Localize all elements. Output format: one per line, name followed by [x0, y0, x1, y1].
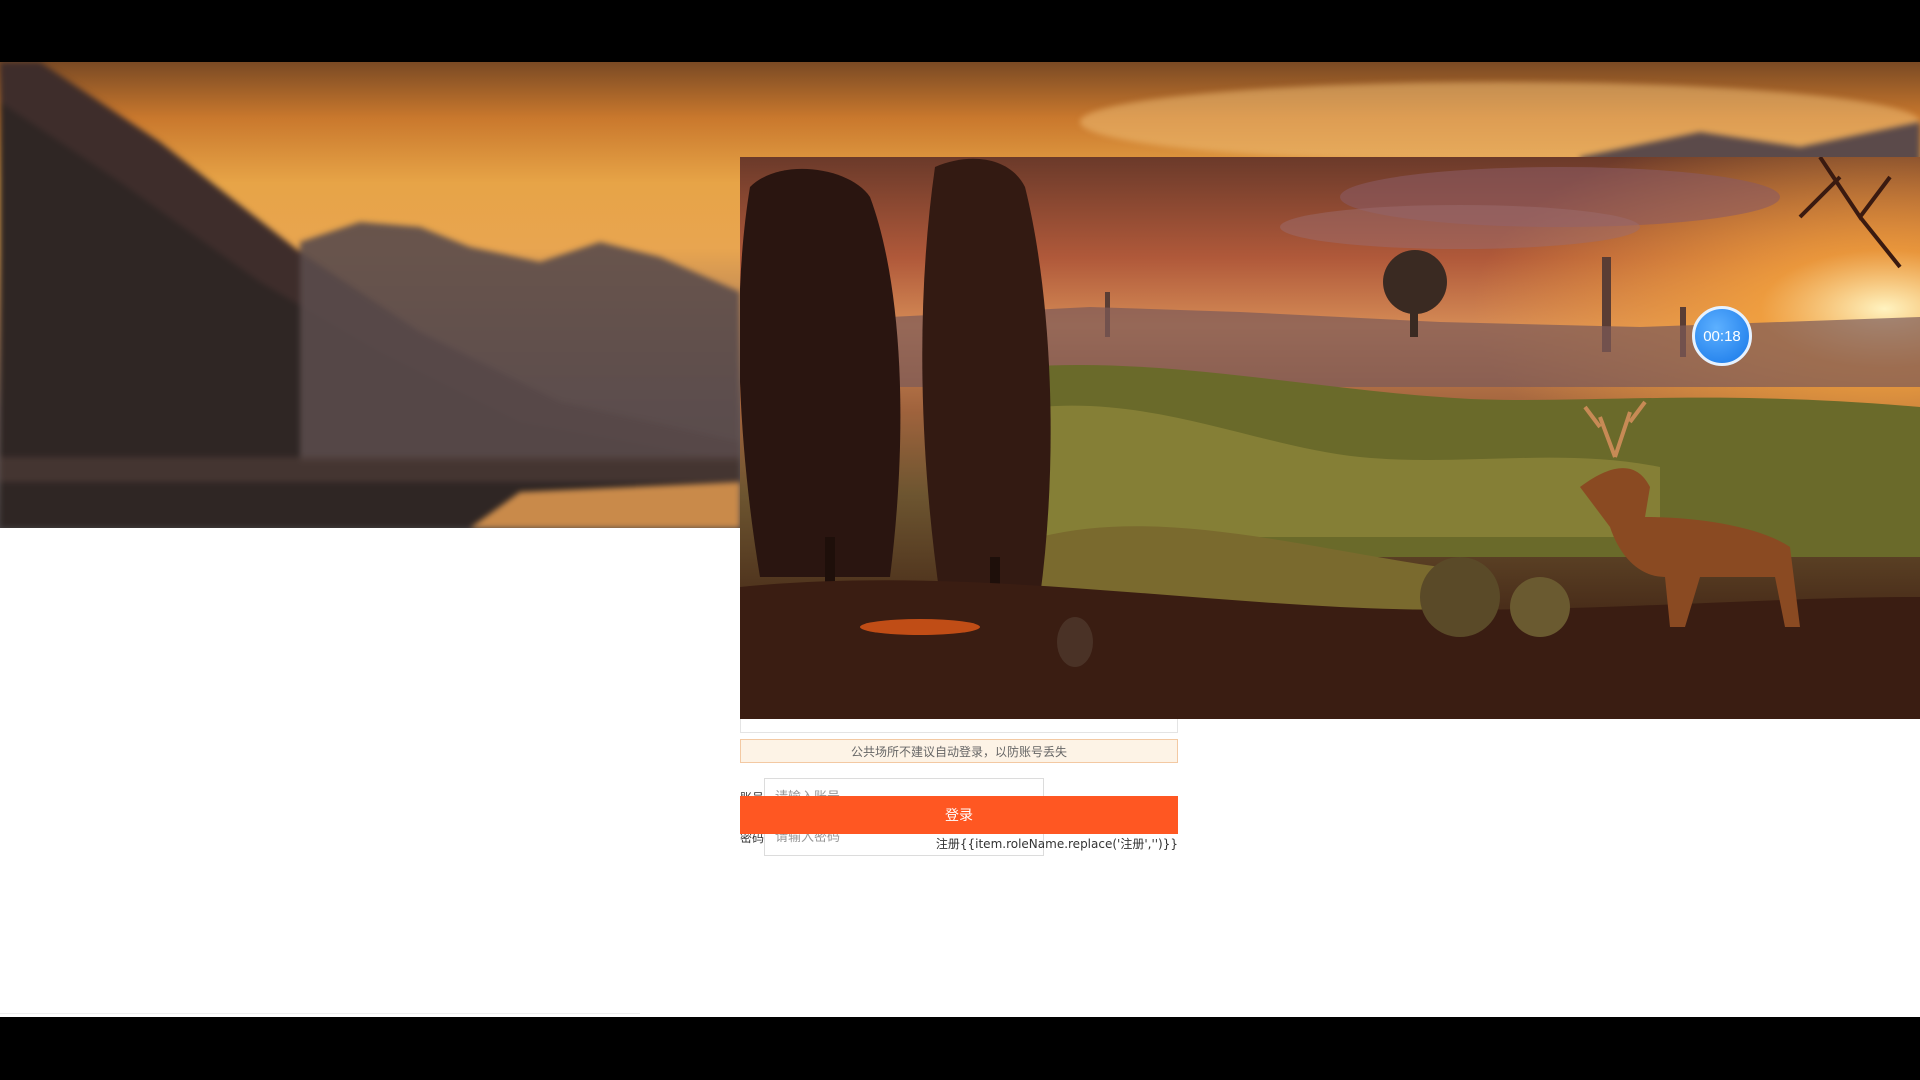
login-page: 00:18 公共场所不建议自动登录，以防账号丢失 账号 密码 登录 注册{{it… — [0, 62, 1920, 1017]
countdown-timer-text: 00:18 — [1703, 327, 1741, 345]
register-link[interactable]: 注册{{item.roleName.replace('注册','')}} — [900, 835, 1178, 852]
countdown-timer: 00:18 — [1692, 306, 1752, 366]
letterbox-top — [0, 0, 1920, 62]
login-button[interactable]: 登录 — [740, 796, 1178, 834]
notice-text: 公共场所不建议自动登录，以防账号丢失 — [850, 744, 1067, 759]
letterbox-bottom — [0, 1017, 1920, 1080]
auto-login-warning-notice: 公共场所不建议自动登录，以防账号丢失 — [740, 739, 1178, 763]
divider — [0, 1013, 640, 1014]
landscape-popup-image — [740, 157, 1920, 719]
image-frame-bottom — [740, 719, 1178, 733]
